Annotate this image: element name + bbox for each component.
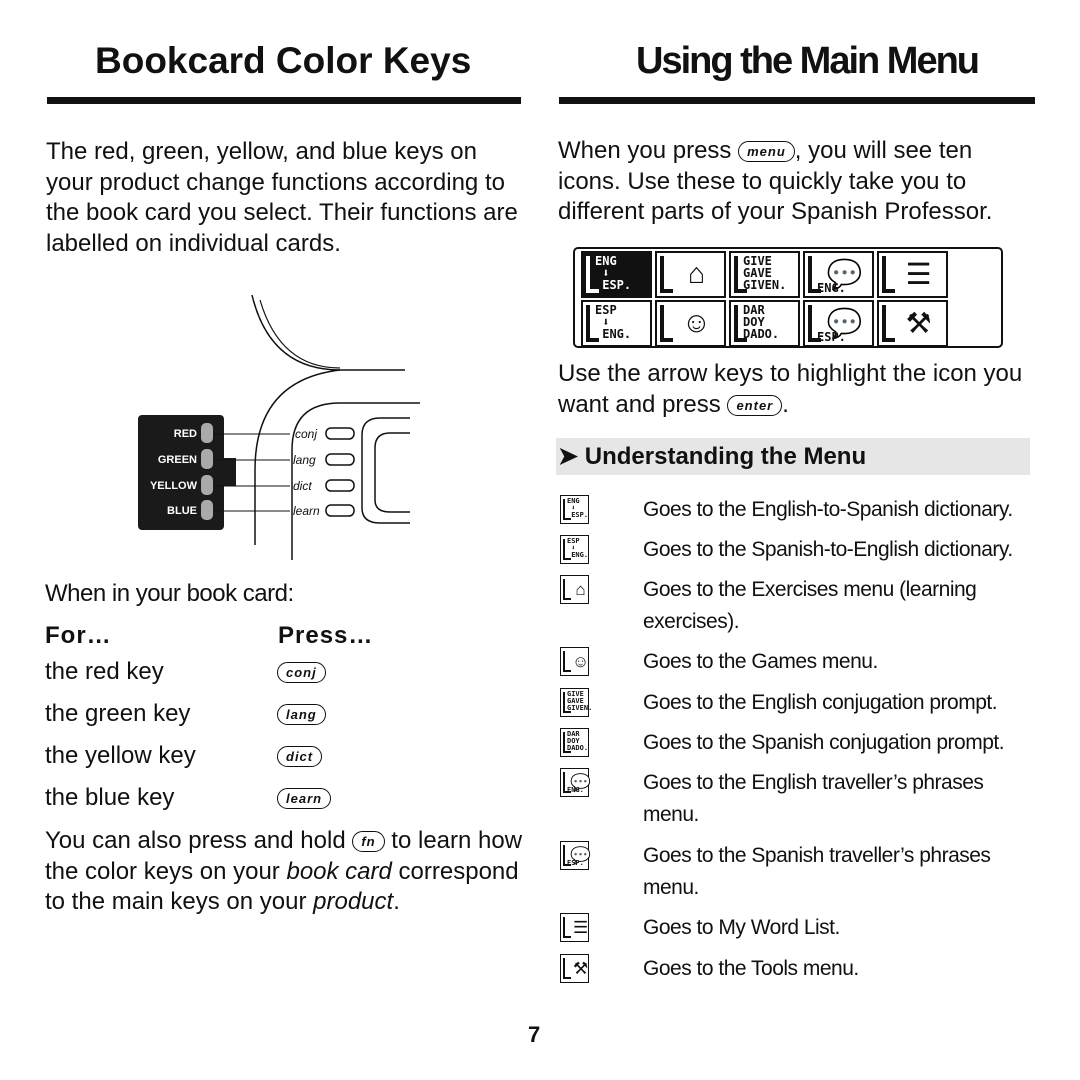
arrow-bullet-icon: ➤	[558, 443, 579, 470]
key-row: the yellow key dict	[45, 742, 375, 770]
left-title: Bookcard Color Keys	[95, 40, 472, 81]
icon-description: Goes to the English-to-Spanish dictionar…	[643, 498, 1013, 521]
icon-description: Goes to the Tools menu.	[643, 957, 859, 980]
menu-spanish-phrases-icon[interactable]: 💬 ESP.	[803, 300, 874, 347]
icon-description: Goes to the Exercises menu (learning exe…	[643, 578, 977, 633]
yellow-key-label: YELLOW	[149, 480, 197, 492]
enter-key: enter	[727, 394, 783, 416]
menu-word-list-icon[interactable]: ☰	[877, 251, 948, 298]
menu-english-phrases-icon[interactable]: 💬 ENG.	[803, 251, 874, 298]
icon-description: Goes to the Spanish conjugation prompt.	[643, 731, 1005, 754]
tools-icon: ⚒	[560, 954, 589, 983]
icon-description: Goes to the English traveller’s phrases …	[643, 771, 984, 826]
blue-key-label: BLUE	[167, 505, 197, 517]
page-number: 7	[528, 1022, 541, 1047]
games-smiley-icon: ☺	[560, 647, 589, 676]
icon-description: Goes to the Spanish traveller’s phrases …	[643, 844, 991, 899]
intro-paragraph: The red, green, yellow, and blue keys on…	[46, 138, 518, 257]
spanish-conjugation-icon: DAR DOY DADO.	[560, 728, 589, 757]
exercises-schoolhouse-icon: ⌂	[560, 575, 589, 604]
menu-games-smiley-icon[interactable]: ☺	[655, 300, 726, 347]
spanish-phrases-icon: 💬 ESP.	[560, 841, 591, 870]
icon-description: Goes to the Games menu.	[643, 650, 878, 673]
lang-key: lang	[277, 704, 326, 725]
when-text: When in your book card:	[45, 580, 294, 607]
main-menu-screen: ENG ⬇ ESP. ⌂ GIVE GAVE GIVEN. 💬 ENG. ☰ ESP ⬇ E…	[573, 247, 1003, 348]
icon-description: Goes to My Word List.	[643, 916, 840, 939]
learn-key: learn	[277, 788, 332, 809]
key-row: the red key conj	[45, 658, 375, 686]
conj-label: conj	[295, 427, 318, 441]
color-keys-diagram: RED GREEN YELLOW BLUE conj lang dict lea…	[130, 290, 430, 560]
green-key-label: GREEN	[157, 454, 197, 466]
menu-key: menu	[738, 141, 795, 163]
fn-paragraph: You can also press and hold fn to learn …	[45, 827, 523, 915]
right-rule	[559, 97, 1035, 104]
fn-key: fn	[352, 831, 385, 853]
menu-paragraph: When you press menu, you will see ten ic…	[558, 137, 993, 225]
english-conjugation-icon: GIVE GAVE GIVEN.	[560, 688, 592, 717]
dict-label: dict	[293, 479, 312, 493]
section-header: ➤ Understanding the Menu	[556, 438, 1030, 475]
conj-key: conj	[277, 662, 326, 683]
eng-to-esp-icon: ENG ⬇ ESP.	[560, 495, 589, 524]
menu-english-conjugation-icon[interactable]: GIVE GAVE GIVEN.	[729, 251, 800, 298]
press-header: Press…	[278, 622, 374, 649]
red-key-label: RED	[173, 428, 197, 440]
lang-label: lang	[293, 453, 316, 467]
menu-exercises-schoolhouse-icon[interactable]: ⌂	[655, 251, 726, 298]
esp-to-eng-icon: ESP ⬇ ENG.	[560, 535, 589, 564]
icon-description: Goes to the Spanish-to-English dictionar…	[643, 538, 1013, 561]
key-row: the green key lang	[45, 700, 375, 728]
left-rule	[47, 97, 521, 104]
menu-tools-icon[interactable]: ⚒	[877, 300, 948, 347]
icon-description: Goes to the English conjugation prompt.	[643, 691, 998, 714]
key-row: the blue key learn	[45, 784, 375, 812]
word-list-icon: ☰	[560, 913, 589, 942]
arrow-paragraph: Use the arrow keys to highlight the icon…	[558, 360, 1023, 418]
right-title: Using the Main Menu	[636, 40, 980, 82]
learn-label: learn	[293, 504, 320, 518]
menu-spanish-conjugation-icon[interactable]: DAR DOY DADO.	[729, 300, 800, 347]
for-header: For…	[45, 622, 112, 649]
menu-esp-to-eng-icon[interactable]: ESP ⬇ ENG.	[581, 300, 652, 347]
dict-key: dict	[277, 746, 323, 767]
menu-eng-to-esp-icon[interactable]: ENG ⬇ ESP.	[581, 251, 652, 298]
english-phrases-icon: 💬 ENG.	[560, 768, 591, 797]
